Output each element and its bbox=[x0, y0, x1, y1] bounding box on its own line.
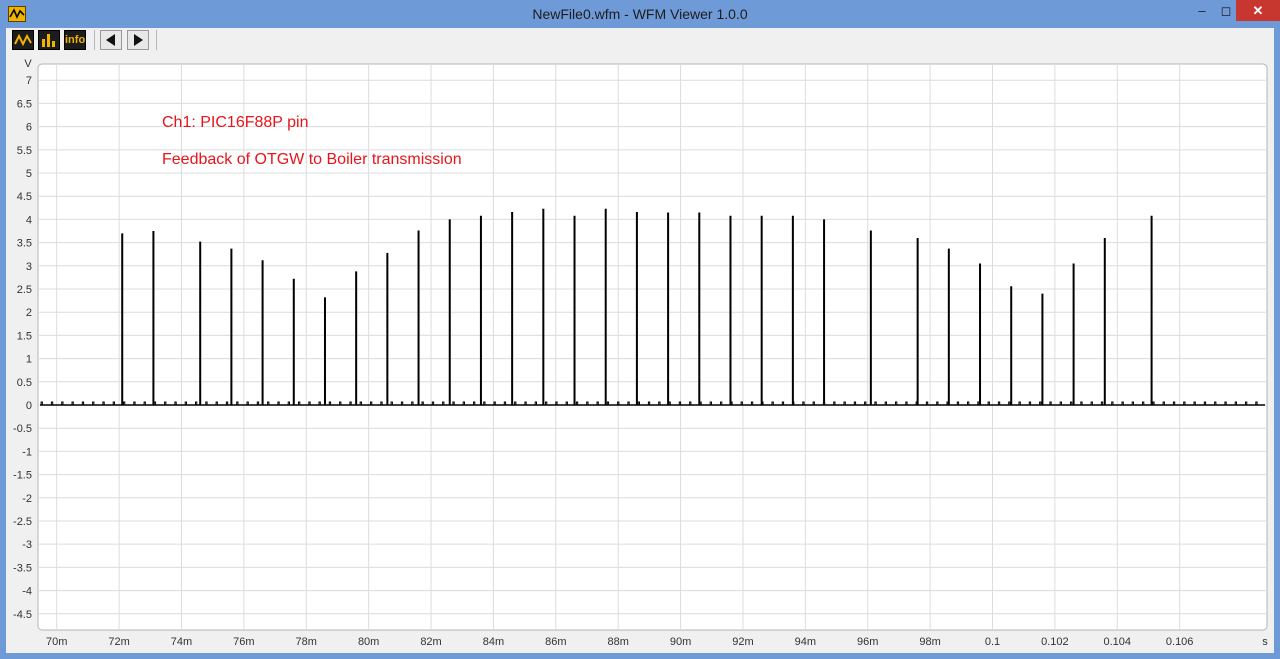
window-title: NewFile0.wfm - WFM Viewer 1.0.0 bbox=[532, 6, 748, 22]
y-tick-label: 7 bbox=[26, 75, 32, 87]
y-axis-ticks: 7 6.5 6 5.5 5 4.5 4 3.5 3 2.5 2 1.5 1 0.5 0 -0.5 -1 -1.5 -… bbox=[13, 75, 32, 621]
x-tick-label: 70m bbox=[46, 636, 67, 648]
title-bar[interactable]: NewFile0.wfm - WFM Viewer 1.0.0 ‒ ◻ ✕ bbox=[0, 0, 1280, 28]
x-tick-label: 94m bbox=[795, 636, 816, 648]
plot-area[interactable] bbox=[37, 63, 1268, 631]
annotation-channel-label: Ch1: PIC16F88P pin bbox=[162, 114, 308, 131]
y-tick-label: -4.5 bbox=[13, 609, 32, 621]
y-tick-label: 0.5 bbox=[17, 377, 32, 389]
x-tick-label: 76m bbox=[233, 636, 254, 648]
y-tick-label: 5.5 bbox=[17, 145, 32, 157]
y-tick-label: 1.5 bbox=[17, 330, 32, 342]
y-tick-label: -3 bbox=[22, 539, 32, 551]
spectrum-view-icon[interactable] bbox=[38, 30, 60, 50]
x-tick-label: 86m bbox=[545, 636, 566, 648]
x-tick-label: 0.104 bbox=[1104, 636, 1132, 648]
maximize-button[interactable]: ◻ bbox=[1214, 0, 1238, 21]
x-tick-label: 84m bbox=[483, 636, 504, 648]
y-tick-label: 4 bbox=[26, 214, 32, 226]
toolbar-separator bbox=[94, 30, 95, 50]
y-tick-label: -1 bbox=[22, 446, 32, 458]
app-window: NewFile0.wfm - WFM Viewer 1.0.0 ‒ ◻ ✕ in… bbox=[0, 0, 1280, 659]
y-tick-label: -0.5 bbox=[13, 423, 32, 435]
minimize-button[interactable]: ‒ bbox=[1190, 0, 1214, 21]
close-button[interactable]: ✕ bbox=[1236, 0, 1280, 21]
x-tick-label: 90m bbox=[670, 636, 691, 648]
toolbar-separator bbox=[156, 30, 157, 50]
plot-frame: 7 6.5 6 5.5 5 4.5 4 3.5 3 2.5 2 1.5 1 0.5 0 -0.5 -1 -1.5 -… bbox=[6, 52, 1274, 653]
x-tick-label: 0.102 bbox=[1041, 636, 1069, 648]
y-tick-label: 1 bbox=[26, 354, 32, 366]
y-tick-label: 2 bbox=[26, 307, 32, 319]
x-tick-label: 96m bbox=[857, 636, 878, 648]
y-tick-label: -3.5 bbox=[13, 562, 32, 574]
y-tick-label: 3 bbox=[26, 261, 32, 273]
previous-arrow-icon[interactable] bbox=[100, 30, 122, 50]
y-tick-label: -1.5 bbox=[13, 470, 32, 482]
waveform-view-icon[interactable] bbox=[12, 30, 34, 50]
waveform-chart[interactable]: 7 6.5 6 5.5 5 4.5 4 3.5 3 2.5 2 1.5 1 0.5 0 -0.5 -1 -1.5 -… bbox=[6, 52, 1274, 653]
y-axis-unit: V bbox=[24, 58, 32, 70]
y-tick-label: 5 bbox=[26, 168, 32, 180]
x-axis-ticks: 70m 72m 74m 76m 78m 80m 82m 84m 86m 88m 90m 92m 94m 9… bbox=[46, 636, 1193, 648]
x-tick-label: 88m bbox=[607, 636, 628, 648]
x-tick-label: 0.106 bbox=[1166, 636, 1194, 648]
y-tick-label: 2.5 bbox=[17, 284, 32, 296]
x-tick-label: 82m bbox=[420, 636, 441, 648]
x-tick-label: 98m bbox=[919, 636, 940, 648]
y-tick-label: 6.5 bbox=[17, 98, 32, 110]
x-tick-label: 72m bbox=[108, 636, 129, 648]
y-tick-label: 0 bbox=[26, 400, 32, 412]
x-tick-label: 92m bbox=[732, 636, 753, 648]
y-tick-label: -2 bbox=[22, 493, 32, 505]
y-tick-label: 4.5 bbox=[17, 191, 32, 203]
y-tick-label: 6 bbox=[26, 122, 32, 134]
y-tick-label: 3.5 bbox=[17, 238, 32, 250]
y-tick-label: -4 bbox=[22, 586, 32, 598]
toolbar: info bbox=[6, 28, 1274, 52]
info-button[interactable]: info bbox=[64, 30, 86, 50]
x-tick-label: 74m bbox=[171, 636, 192, 648]
y-tick-label: -2.5 bbox=[13, 516, 32, 528]
x-tick-label: 80m bbox=[358, 636, 379, 648]
x-axis-unit: s bbox=[1262, 636, 1268, 648]
next-arrow-icon[interactable] bbox=[127, 30, 149, 50]
x-tick-label: 78m bbox=[296, 636, 317, 648]
annotation-description: Feedback of OTGW to Boiler transmission bbox=[162, 151, 462, 168]
x-tick-label: 0.1 bbox=[985, 636, 1000, 648]
